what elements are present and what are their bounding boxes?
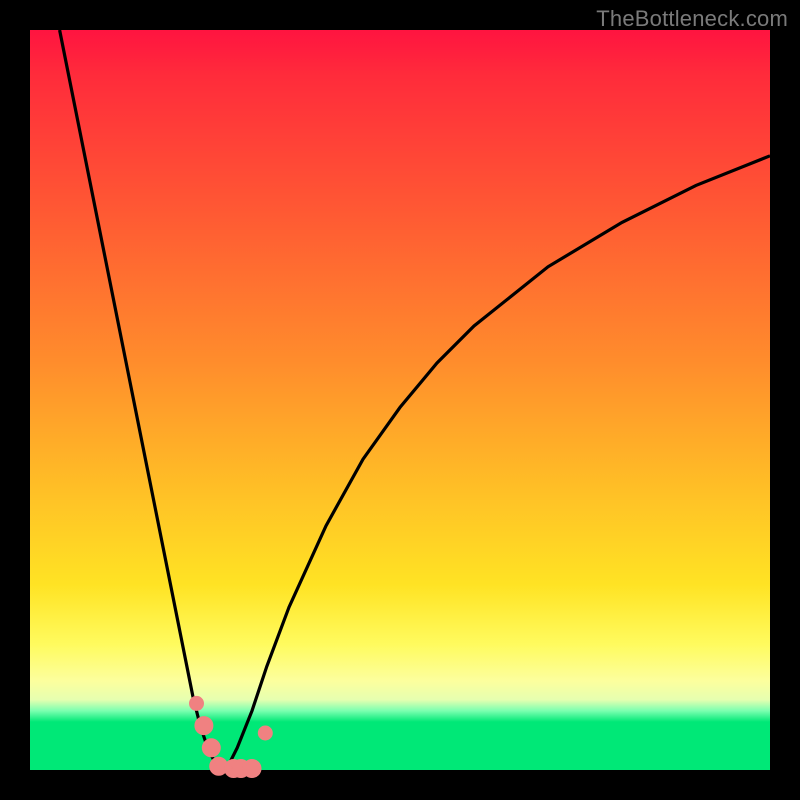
plot-area bbox=[30, 30, 770, 770]
chart-frame: TheBottleneck.com bbox=[0, 0, 800, 800]
data-marker bbox=[202, 739, 220, 757]
data-marker bbox=[195, 717, 213, 735]
curve-left-branch bbox=[60, 30, 223, 770]
data-marker bbox=[243, 760, 261, 778]
data-markers bbox=[190, 696, 273, 777]
data-marker bbox=[190, 696, 204, 710]
data-marker bbox=[258, 726, 272, 740]
curve-right-branch bbox=[222, 156, 770, 770]
curve-layer bbox=[30, 30, 770, 770]
watermark-text: TheBottleneck.com bbox=[596, 6, 788, 32]
